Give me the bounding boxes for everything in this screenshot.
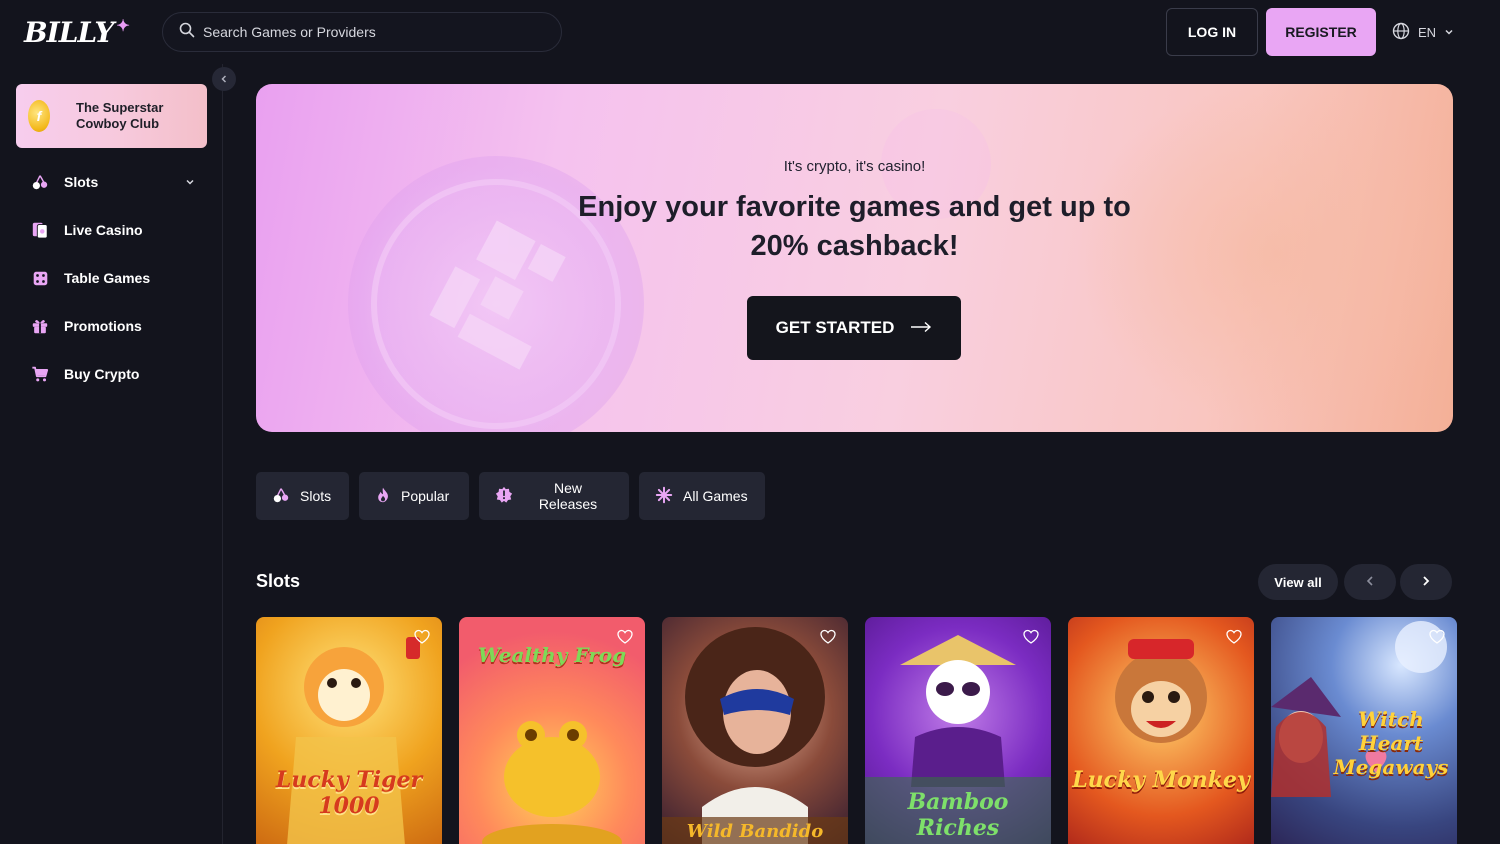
- heart-icon[interactable]: [820, 629, 836, 645]
- game-title: Witch Heart Megaways: [1333, 707, 1449, 779]
- tab-new-releases[interactable]: New Releases: [479, 472, 629, 520]
- language-selector[interactable]: EN: [1392, 20, 1454, 44]
- login-button[interactable]: LOG IN: [1166, 8, 1258, 56]
- sidebar-item-live-casino[interactable]: Live Casino: [16, 206, 207, 254]
- hero-title: Enjoy your favorite games and get up to …: [578, 191, 1131, 262]
- dice-icon: [30, 268, 50, 288]
- cherries-icon: [272, 486, 290, 507]
- hero-subtitle: It's crypto, it's casino!: [783, 158, 926, 175]
- chevron-down-icon[interactable]: [185, 174, 195, 190]
- game-thumbnail-bandido: [662, 627, 848, 844]
- gift-icon: [30, 316, 50, 336]
- sparkle-icon: [655, 486, 673, 507]
- carousel-prev-button[interactable]: [1344, 564, 1396, 600]
- sidebar-item-promotions[interactable]: Promotions: [16, 302, 207, 350]
- game-title: Lucky Monkey: [1072, 767, 1250, 793]
- live-cards-icon: [30, 220, 50, 240]
- chevron-right-icon: [1421, 575, 1431, 590]
- promo-card-text: The Superstar Cowboy Club: [76, 100, 164, 131]
- carousel-next-button[interactable]: [1400, 564, 1452, 600]
- heart-icon[interactable]: [1226, 629, 1242, 645]
- promo-card-cowboy-club[interactable]: f The Superstar Cowboy Club: [16, 84, 207, 148]
- gold-coin-icon: f: [28, 100, 50, 132]
- heart-icon[interactable]: [617, 629, 633, 645]
- heart-icon[interactable]: [1429, 629, 1445, 645]
- sidebar-item-label: Table Games: [64, 270, 151, 286]
- get-started-label: GET STARTED: [775, 318, 895, 337]
- flame-icon: [375, 486, 391, 507]
- cherries-icon: [30, 172, 50, 192]
- tab-popular[interactable]: Popular: [359, 472, 469, 520]
- globe-icon: [1392, 22, 1410, 43]
- logo-text: BILLY: [24, 15, 114, 49]
- tab-label: Popular: [401, 488, 450, 504]
- tab-all-games[interactable]: All Games: [639, 472, 765, 520]
- game-card[interactable]: Wealthy Frog: [459, 617, 645, 844]
- game-card[interactable]: Wild Bandido: [662, 617, 848, 844]
- sidebar-item-table-games[interactable]: Table Games: [16, 254, 207, 302]
- search-bar[interactable]: [162, 12, 562, 52]
- tab-slots[interactable]: Slots: [256, 472, 349, 520]
- logo-spark-icon: ✦: [116, 15, 129, 35]
- view-all-button[interactable]: View all: [1258, 564, 1338, 600]
- sidebar-item-label: Slots: [64, 174, 99, 190]
- chevron-left-icon: [219, 72, 229, 87]
- chevron-left-icon: [1365, 575, 1375, 590]
- hero-banner: It's crypto, it's casino! Enjoy your fav…: [256, 84, 1453, 432]
- search-icon: [179, 22, 195, 43]
- game-card[interactable]: Lucky Tiger 1000: [256, 617, 442, 844]
- sidebar-item-slots[interactable]: Slots: [16, 158, 207, 206]
- sidebar-collapse-button[interactable]: [212, 67, 236, 91]
- heart-icon[interactable]: [1023, 629, 1039, 645]
- sidebar-item-label: Live Casino: [64, 222, 143, 238]
- register-button[interactable]: REGISTER: [1266, 8, 1376, 56]
- chevron-down-icon: [1444, 25, 1454, 40]
- get-started-button[interactable]: GET STARTED: [747, 296, 961, 360]
- heart-icon[interactable]: [414, 629, 430, 645]
- cart-icon: [30, 364, 50, 384]
- game-thumbnail-monkey: [1115, 639, 1207, 743]
- language-code: EN: [1418, 24, 1437, 40]
- game-title: Lucky Tiger 1000: [275, 767, 423, 819]
- search-input[interactable]: [203, 24, 543, 40]
- sidebar-item-buy-crypto[interactable]: Buy Crypto: [16, 350, 207, 398]
- category-tabs: Slots Popular New Releases All Games: [256, 472, 765, 520]
- game-title: Wealthy Frog: [477, 643, 627, 667]
- sidebar-item-label: Promotions: [64, 318, 142, 334]
- game-title: Wild Bandido: [686, 821, 824, 842]
- slots-section-title: Slots: [256, 571, 301, 591]
- game-card[interactable]: Bamboo Riches: [865, 617, 1051, 844]
- tab-label: Slots: [300, 488, 332, 504]
- billy-logo[interactable]: BILLY ✦: [24, 14, 130, 50]
- tab-label: New Releases: [538, 480, 598, 512]
- top-header: BILLY ✦ LOG IN REGISTER EN: [0, 0, 1500, 64]
- arrow-right-icon: [910, 318, 932, 338]
- sidebar-item-label: Buy Crypto: [64, 366, 140, 382]
- game-card[interactable]: Lucky Monkey: [1068, 617, 1254, 844]
- sidebar-nav: Slots Live Casino Table Games Promotions: [16, 158, 207, 398]
- tab-label: All Games: [683, 488, 748, 504]
- game-title: Bamboo Riches: [907, 789, 1009, 841]
- new-badge-icon: [495, 486, 513, 507]
- slots-carousel: Lucky Tiger 1000 Wealthy Frog Wild Bandi…: [256, 617, 1457, 844]
- game-card[interactable]: Witch Heart Megaways: [1271, 617, 1457, 844]
- sidebar: f The Superstar Cowboy Club Slots Live C…: [0, 64, 223, 844]
